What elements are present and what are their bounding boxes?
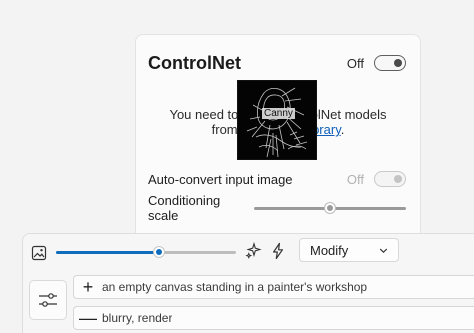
sliders-icon <box>39 293 57 307</box>
message-line-2-suffix: . <box>340 122 345 137</box>
conditioning-scale-row: Conditioning scale <box>148 193 406 223</box>
auto-convert-toggle[interactable] <box>374 171 406 187</box>
sparkle-icon[interactable] <box>245 242 263 260</box>
chevron-down-icon <box>379 248 388 253</box>
strength-slider[interactable] <box>56 246 236 258</box>
auto-convert-label: Auto-convert input image <box>148 171 293 187</box>
controlnet-preview-image: Canny <box>237 80 317 160</box>
image-icon[interactable] <box>31 245 47 261</box>
strength-fill <box>56 251 159 254</box>
controlnet-state-label: Off <box>346 55 364 71</box>
mode-dropdown[interactable]: Modify <box>299 238 399 262</box>
conditioning-scale-label: Conditioning scale <box>148 193 221 223</box>
auto-convert-row: Auto-convert input image Off <box>148 171 406 187</box>
prompt-settings-button[interactable] <box>29 280 67 320</box>
plus-icon: + <box>82 277 94 297</box>
controlnet-card: ControlNet Off You need to install Contr… <box>135 34 421 240</box>
strength-thumb[interactable] <box>152 246 165 258</box>
canny-edge-preview <box>238 81 316 159</box>
mode-dropdown-label: Modify <box>310 242 349 258</box>
conditioning-scale-slider[interactable] <box>254 202 406 214</box>
preview-mode-label: Canny <box>262 108 295 119</box>
positive-prompt-text: an empty canvas standing in a painter's … <box>102 280 368 294</box>
app-root: ControlNet Off You need to install Contr… <box>0 0 474 333</box>
controlnet-toggle[interactable] <box>374 55 406 71</box>
auto-convert-toggle-wrap: Off <box>347 171 406 187</box>
minus-icon: — <box>79 308 97 328</box>
bolt-icon[interactable] <box>271 242 285 260</box>
generation-panel: Modify + an empty canvas standing in a p… <box>22 233 474 333</box>
positive-prompt-field[interactable]: + an empty canvas standing in a painter'… <box>73 275 474 299</box>
auto-convert-state-label: Off <box>346 171 364 187</box>
negative-prompt-field[interactable]: — blurry, render <box>73 306 474 330</box>
negative-prompt-text: blurry, render <box>102 311 173 325</box>
conditioning-scale-thumb[interactable] <box>324 202 337 214</box>
controlnet-toggle-wrap: Off <box>347 55 406 71</box>
controlnet-title: ControlNet <box>148 53 241 73</box>
